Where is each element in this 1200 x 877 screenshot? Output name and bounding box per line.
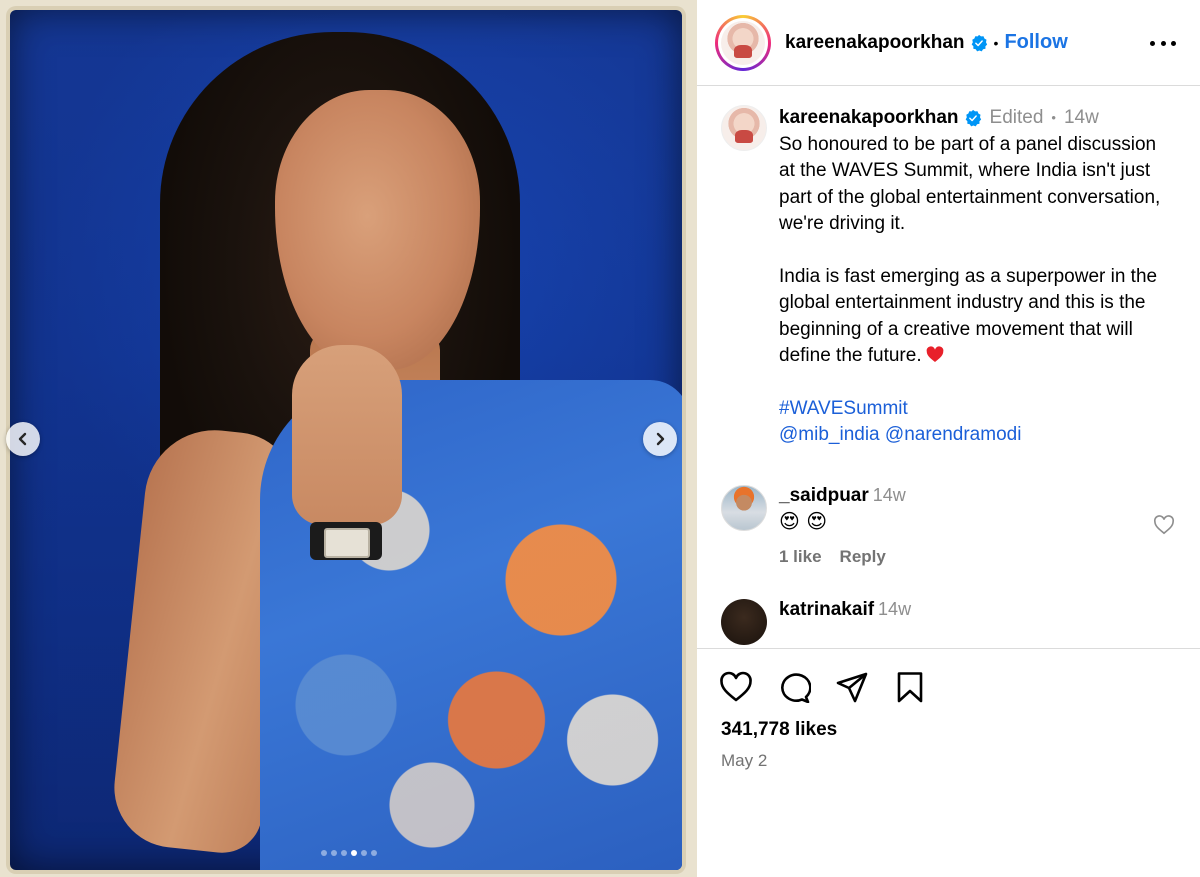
comment-username[interactable]: _saidpuar	[779, 485, 869, 506]
carousel-dot	[320, 850, 327, 856]
post-media	[0, 0, 697, 877]
comment-username[interactable]: katrinakaif	[779, 599, 874, 620]
post-actions	[697, 649, 1200, 703]
edited-label: Edited	[989, 107, 1044, 128]
follow-button[interactable]: Follow	[1004, 31, 1067, 54]
carousel-dot	[340, 850, 347, 856]
post-date[interactable]: May 2	[697, 741, 1200, 771]
post-header: kareenakapoorkhan • Follow	[697, 0, 1200, 86]
comment-item: katrinakaif 14w	[697, 598, 1200, 645]
reply-button[interactable]: Reply	[840, 547, 886, 566]
caption-separator: •	[1051, 110, 1056, 125]
commenter-avatar[interactable]	[721, 484, 767, 531]
post-footer: 341,778 likes May 2	[697, 648, 1200, 877]
caption-avatar[interactable]	[721, 105, 767, 151]
comment-like-heart-icon[interactable]	[1153, 514, 1175, 535]
post-caption: kareenakapoorkhan Edited • 14w So honour…	[697, 87, 1200, 449]
more-options-icon	[1150, 40, 1155, 46]
carousel-indicator	[0, 850, 697, 856]
post-photo[interactable]	[10, 10, 682, 870]
carousel-dot	[350, 850, 357, 856]
comment-time[interactable]: 14w	[878, 599, 911, 619]
carousel-next-button[interactable]	[643, 422, 677, 456]
comment-item: _saidpuar 14w 😍 😍 1 like Reply	[697, 484, 1200, 567]
mention-link-mib[interactable]: @mib_india	[779, 424, 880, 445]
photo-subject-watch	[310, 522, 382, 560]
more-options-button[interactable]	[1150, 30, 1176, 56]
bookmark-icon[interactable]	[893, 671, 927, 703]
photo-subject-face	[275, 90, 480, 370]
caption-time[interactable]: 14w	[1064, 105, 1099, 132]
header-separator: •	[993, 34, 999, 51]
post-sidebar: kareenakapoorkhan • Follow kareenakapoor…	[697, 0, 1200, 877]
comment-time[interactable]: 14w	[873, 485, 906, 505]
commenter-avatar[interactable]	[721, 598, 767, 645]
caption-username[interactable]: kareenakapoorkhan	[779, 105, 959, 132]
hashtag-link[interactable]: #WAVESummit	[779, 398, 908, 419]
verified-badge-icon	[971, 34, 987, 51]
carousel-prev-button[interactable]	[6, 422, 40, 456]
mention-link-narendramodi[interactable]: @narendramodi	[885, 424, 1022, 445]
likes-count[interactable]: 341,778 likes	[697, 703, 1200, 741]
header-username[interactable]: kareenakapoorkhan	[785, 32, 965, 54]
heart-icon[interactable]	[719, 671, 753, 703]
carousel-dot	[330, 850, 337, 856]
comments-section[interactable]: kareenakapoorkhan Edited • 14w So honour…	[697, 87, 1200, 647]
carousel-dot	[370, 850, 377, 856]
red-heart-emoji-icon	[926, 346, 943, 362]
caption-paragraph-1: So honoured to be part of a panel discus…	[779, 133, 1161, 235]
carousel-dot	[360, 850, 367, 856]
profile-avatar[interactable]	[715, 14, 771, 71]
verified-badge-icon	[965, 110, 981, 127]
comment-icon[interactable]	[777, 671, 811, 703]
chevron-left-icon	[18, 432, 27, 446]
comment-likes[interactable]: 1 like	[779, 547, 822, 566]
caption-paragraph-2: India is fast emerging as a superpower i…	[779, 265, 1158, 367]
avatar	[721, 20, 765, 65]
comment-text: 😍 😍	[779, 508, 828, 533]
photo-subject-hand	[292, 345, 402, 525]
chevron-right-icon	[656, 432, 665, 446]
share-icon[interactable]	[835, 671, 869, 703]
